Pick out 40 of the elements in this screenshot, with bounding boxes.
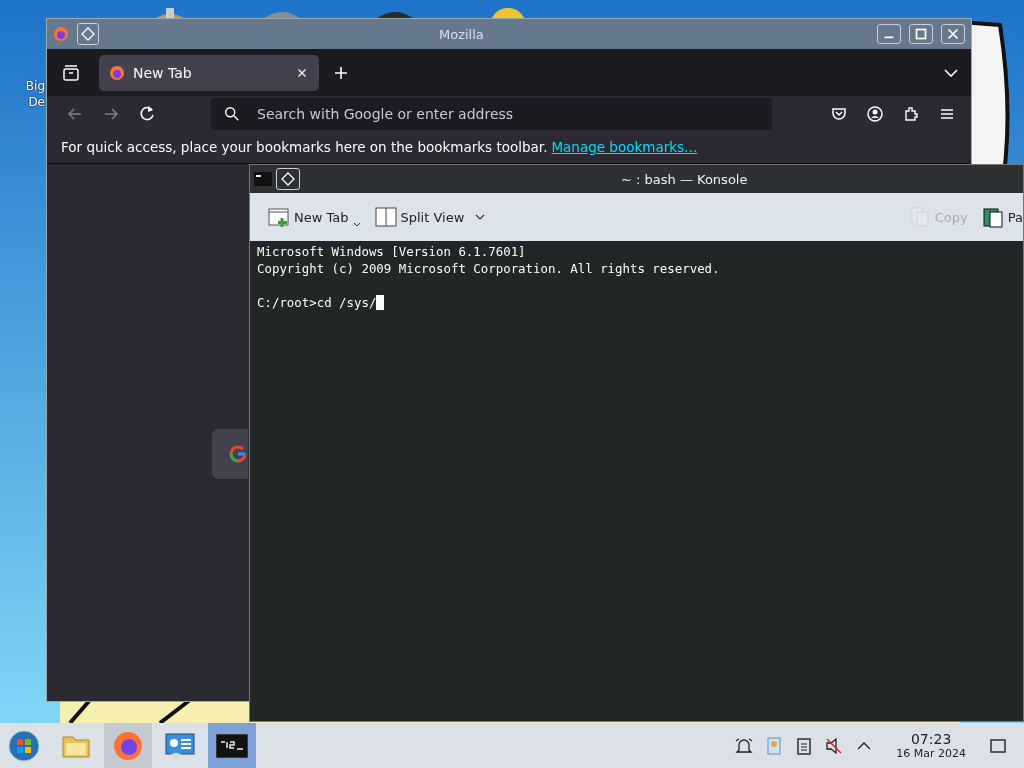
- terminal-line: Copyright (c) 2009 Microsoft Corporation. All rights reserved.: [257, 260, 720, 277]
- manage-bookmarks-link[interactable]: Manage bookmarks…: [551, 139, 698, 155]
- address-bar[interactable]: Search with Google or enter address: [211, 97, 772, 130]
- browser-logo-icon: [109, 64, 125, 81]
- tab-list-icon[interactable]: [61, 62, 81, 83]
- bookmarks-hint: For quick access, place your bookmarks here on the bookmarks toolbar.: [61, 139, 548, 155]
- clock-time[interactable]: 07:23: [910, 731, 952, 747]
- search-icon: [223, 104, 241, 123]
- text-cursor: [376, 295, 385, 310]
- window-title: ~ : bash — Konsole: [621, 171, 748, 187]
- start-orb-icon: [8, 729, 40, 762]
- maximize-icon[interactable]: [909, 24, 933, 44]
- terminal-icon: [216, 733, 248, 758]
- firefox-task-button[interactable]: [104, 723, 152, 768]
- browser-logo-icon: [112, 729, 144, 762]
- address-field[interactable]: Search with Google or enter address: [255, 104, 739, 123]
- google-logo-icon: [228, 443, 248, 465]
- tab-title: New Tab: [133, 64, 192, 81]
- terminal-line: C:/root>cd /sys/: [257, 294, 377, 311]
- paste-button[interactable]: Pa: [979, 204, 1023, 230]
- desktop-icon-label[interactable]: Big: [25, 78, 45, 94]
- terminal-area[interactable]: Microsoft Windows [Version 6.1.7601] Copyright (c) 2009 Microsoft Corporation. All rights reserved. C:/root>cd /sys/: [250, 241, 1023, 721]
- terminal-line: Microsoft Windows [Version 6.1.7601]: [257, 243, 526, 260]
- window-title: Mozilla: [439, 26, 484, 42]
- close-icon[interactable]: [941, 24, 965, 44]
- split-view-icon: [374, 206, 397, 228]
- browser-tab[interactable]: New Tab: [99, 54, 319, 91]
- shortcut-tile[interactable]: [212, 429, 248, 479]
- terminal-task-button[interactable]: [208, 723, 256, 768]
- minimize-icon[interactable]: [877, 24, 901, 44]
- desktop-icon-label[interactable]: De: [28, 94, 45, 110]
- caret-icon: [352, 222, 361, 228]
- terminal-app-icon: [254, 172, 272, 186]
- account-icon[interactable]: [865, 103, 885, 124]
- new-tab-button[interactable]: New Tab: [266, 204, 363, 230]
- new-tab-icon: [268, 206, 290, 228]
- browser-logo-icon: [53, 26, 69, 42]
- clock-date[interactable]: 16 Mar 2024: [896, 747, 966, 760]
- clipboard-icon: [981, 206, 1004, 228]
- split-button[interactable]: Split View: [372, 204, 489, 230]
